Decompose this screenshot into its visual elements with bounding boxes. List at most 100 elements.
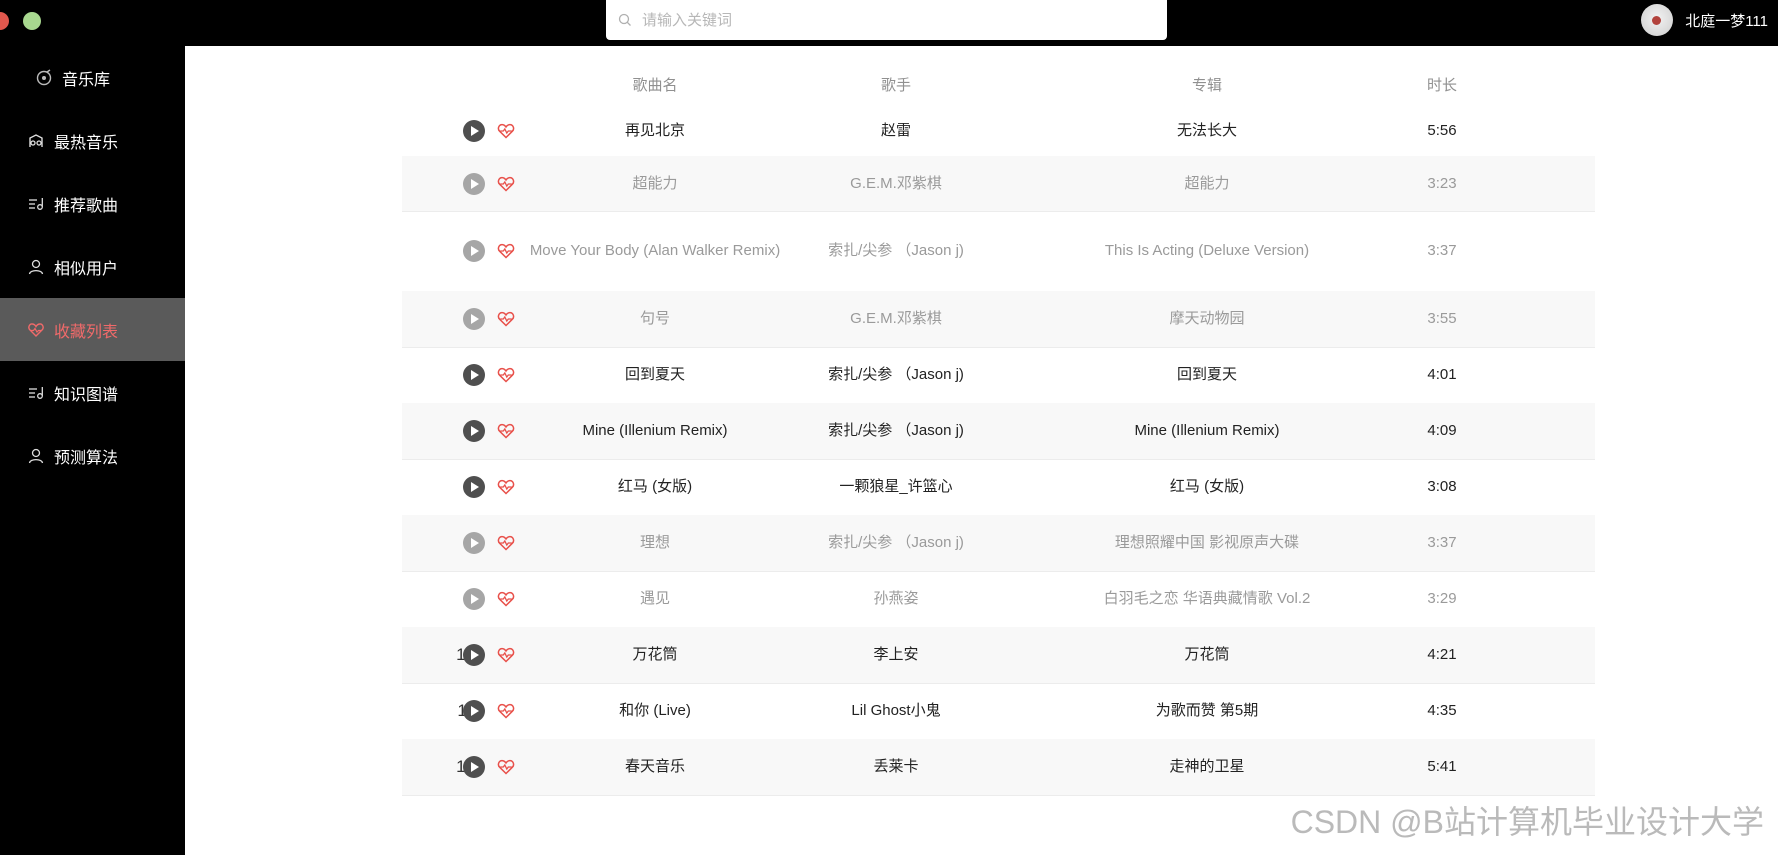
play-button[interactable] — [457, 211, 490, 291]
heart-icon[interactable] — [497, 591, 515, 607]
song-album[interactable]: 摩天动物园 — [1032, 291, 1382, 347]
song-artist[interactable]: 孙燕姿 — [796, 571, 996, 627]
table-row[interactable]: 7红马 (女版)一颗狼星_许篮心红马 (女版)3:08 — [402, 459, 1595, 516]
table-row[interactable]: 9遇见孙燕姿白羽毛之恋 华语典藏情歌 Vol.23:29 — [402, 571, 1595, 628]
song-title[interactable]: 超能力 — [524, 156, 786, 211]
sidebar-item-similar-users[interactable]: 相似用户 — [0, 235, 185, 298]
song-title[interactable]: 春天音乐 — [524, 739, 786, 795]
play-icon[interactable] — [462, 240, 485, 262]
favorite-button[interactable] — [490, 739, 522, 795]
song-artist[interactable]: Lil Ghost小鬼 — [796, 683, 996, 739]
song-title[interactable]: 万花筒 — [524, 627, 786, 683]
sidebar-item-favorites[interactable]: 收藏列表 — [0, 298, 185, 361]
table-row[interactable]: 5回到夏天索扎/尖参 （Jason j)回到夏天4:01 — [402, 347, 1595, 404]
favorite-button[interactable] — [490, 571, 522, 627]
play-icon[interactable] — [462, 532, 485, 554]
play-button[interactable] — [457, 683, 490, 739]
play-button[interactable] — [457, 403, 490, 459]
play-icon[interactable] — [462, 476, 485, 498]
play-button[interactable] — [457, 106, 490, 156]
search-input[interactable] — [640, 4, 1144, 36]
play-icon[interactable] — [462, 364, 485, 386]
song-artist[interactable]: 索扎/尖参 （Jason j) — [796, 347, 996, 403]
heart-icon[interactable] — [497, 479, 515, 495]
song-album[interactable]: This Is Acting (Deluxe Version) — [1032, 211, 1382, 291]
song-title[interactable]: 回到夏天 — [524, 347, 786, 403]
song-album[interactable]: 回到夏天 — [1032, 347, 1382, 403]
table-row[interactable]: 3Move Your Body (Alan Walker Remix)索扎/尖参… — [402, 211, 1595, 292]
song-artist[interactable]: 索扎/尖参 （Jason j) — [796, 211, 996, 291]
song-artist[interactable]: 索扎/尖参 （Jason j) — [796, 403, 996, 459]
play-button[interactable] — [457, 571, 490, 627]
favorite-button[interactable] — [490, 106, 522, 156]
song-artist[interactable]: 赵雷 — [796, 106, 996, 156]
heart-icon[interactable] — [497, 243, 515, 259]
table-row[interactable]: 12春天音乐丢莱卡走神的卫星5:41 — [402, 739, 1595, 796]
song-title[interactable]: 和你 (Live) — [524, 683, 786, 739]
play-button[interactable] — [457, 515, 490, 571]
table-row[interactable]: 11和你 (Live)Lil Ghost小鬼为歌而赞 第5期4:35 — [402, 683, 1595, 740]
song-artist[interactable]: G.E.M.邓紫棋 — [796, 156, 996, 211]
song-title[interactable]: 遇见 — [524, 571, 786, 627]
favorite-button[interactable] — [490, 291, 522, 347]
heart-icon[interactable] — [497, 647, 515, 663]
play-button[interactable] — [457, 347, 490, 403]
heart-icon[interactable] — [497, 423, 515, 439]
sidebar-item-knowledge-graph[interactable]: 知识图谱 — [0, 361, 185, 424]
play-icon[interactable] — [462, 756, 485, 778]
heart-icon[interactable] — [497, 759, 515, 775]
window-maximize-dot[interactable] — [23, 12, 41, 30]
favorite-button[interactable] — [490, 515, 522, 571]
heart-icon[interactable] — [497, 311, 515, 327]
table-row[interactable]: 2超能力G.E.M.邓紫棋超能力3:23 — [402, 156, 1595, 212]
sidebar-item-recommend-songs[interactable]: 推荐歌曲 — [0, 172, 185, 235]
favorite-button[interactable] — [490, 156, 522, 211]
song-title[interactable]: 红马 (女版) — [524, 459, 786, 515]
play-button[interactable] — [457, 156, 490, 211]
play-button[interactable] — [457, 627, 490, 683]
favorite-button[interactable] — [490, 211, 522, 291]
song-album[interactable]: 走神的卫星 — [1032, 739, 1382, 795]
song-title[interactable]: 句号 — [524, 291, 786, 347]
favorite-button[interactable] — [490, 459, 522, 515]
heart-icon[interactable] — [497, 176, 515, 192]
play-button[interactable] — [457, 459, 490, 515]
sidebar-item-prediction[interactable]: 预测算法 — [0, 424, 185, 487]
song-album[interactable]: 超能力 — [1032, 156, 1382, 211]
user-area[interactable]: 北庭一梦111 — [1641, 0, 1778, 40]
play-button[interactable] — [457, 739, 490, 795]
table-row[interactable]: 6Mine (Illenium Remix)索扎/尖参 （Jason j)Min… — [402, 403, 1595, 460]
sidebar-item-hot-music[interactable]: 最热音乐 — [0, 109, 185, 172]
song-album[interactable]: Mine (Illenium Remix) — [1032, 403, 1382, 459]
song-title[interactable]: Mine (Illenium Remix) — [524, 403, 786, 459]
play-icon[interactable] — [462, 588, 485, 610]
table-row[interactable]: 4句号G.E.M.邓紫棋摩天动物园3:55 — [402, 291, 1595, 348]
song-album[interactable]: 白羽毛之恋 华语典藏情歌 Vol.2 — [1032, 571, 1382, 627]
heart-icon[interactable] — [497, 703, 515, 719]
table-row[interactable]: 10万花筒李上安万花筒4:21 — [402, 627, 1595, 684]
song-album[interactable]: 红马 (女版) — [1032, 459, 1382, 515]
song-artist[interactable]: 李上安 — [796, 627, 996, 683]
avatar[interactable] — [1641, 4, 1674, 36]
sidebar-item-music-library[interactable]: 音乐库 — [0, 46, 185, 109]
favorite-button[interactable] — [490, 403, 522, 459]
heart-icon[interactable] — [497, 123, 515, 139]
play-icon[interactable] — [462, 172, 485, 195]
play-icon[interactable] — [462, 120, 485, 142]
play-icon[interactable] — [462, 644, 485, 666]
song-album[interactable]: 为歌而赞 第5期 — [1032, 683, 1382, 739]
song-title[interactable]: Move Your Body (Alan Walker Remix) — [524, 211, 786, 291]
favorite-button[interactable] — [490, 683, 522, 739]
table-row[interactable]: 1再见北京赵雷无法长大5:56 — [402, 106, 1595, 157]
table-row[interactable]: 8理想索扎/尖参 （Jason j)理想照耀中国 影视原声大碟3:37 — [402, 515, 1595, 572]
play-icon[interactable] — [462, 420, 485, 442]
favorite-button[interactable] — [490, 627, 522, 683]
song-artist[interactable]: 索扎/尖参 （Jason j) — [796, 515, 996, 571]
play-icon[interactable] — [462, 700, 485, 722]
user-name[interactable]: 北庭一梦111 — [1685, 10, 1768, 31]
heart-icon[interactable] — [497, 535, 515, 551]
song-album[interactable]: 无法长大 — [1032, 106, 1382, 156]
song-artist[interactable]: G.E.M.邓紫棋 — [796, 291, 996, 347]
song-album[interactable]: 万花筒 — [1032, 627, 1382, 683]
song-album[interactable]: 理想照耀中国 影视原声大碟 — [1032, 515, 1382, 571]
